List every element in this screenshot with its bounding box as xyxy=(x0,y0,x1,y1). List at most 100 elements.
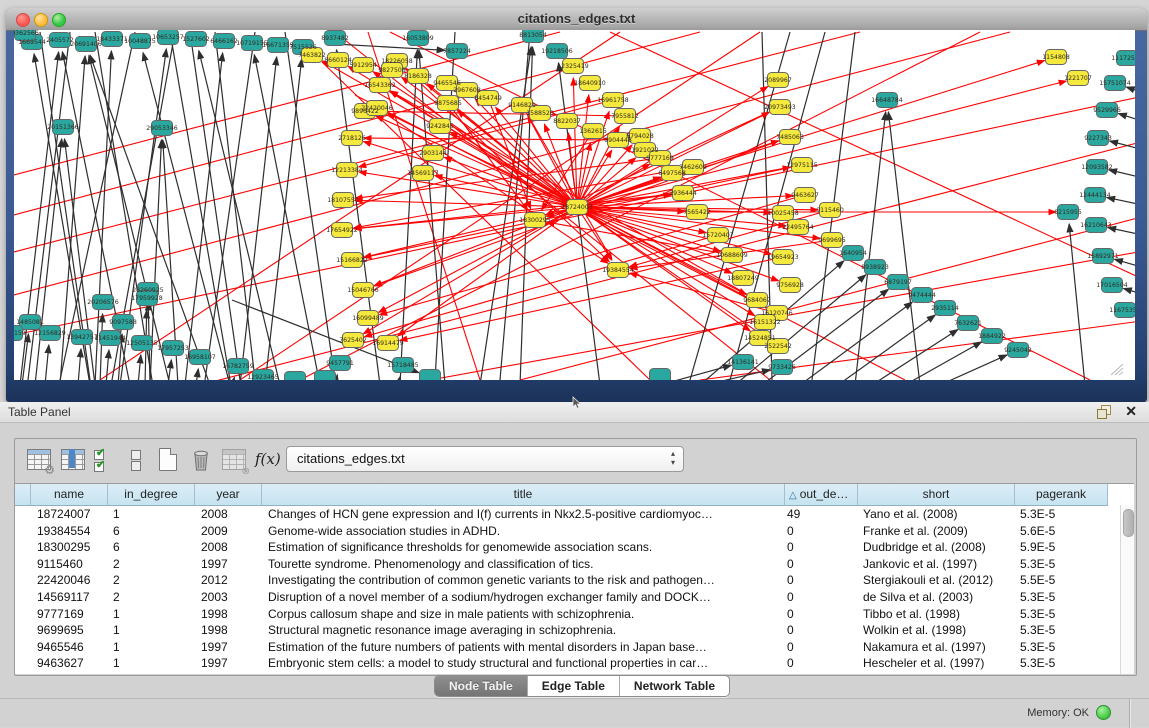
table-row[interactable]: 911546021997Tourette syndrome. Phenomeno… xyxy=(15,556,1115,573)
table-cell[interactable]: 1997 xyxy=(201,639,258,656)
table-row[interactable]: 2242004622012Investigating the contribut… xyxy=(15,572,1115,589)
column-header-out_de[interactable]: △out_de… xyxy=(785,484,858,506)
new-document-icon[interactable] xyxy=(156,447,182,473)
graph-edge[interactable] xyxy=(100,314,103,380)
table-cell[interactable]: 2009 xyxy=(201,523,258,540)
graph-edge[interactable] xyxy=(1109,170,1135,180)
graph-edge[interactable] xyxy=(285,32,335,380)
table-cell[interactable]: 5.3E-5 xyxy=(1020,556,1104,573)
table-cell[interactable]: 0 xyxy=(787,556,854,573)
graph-node[interactable] xyxy=(650,369,671,381)
table-cell[interactable]: 9465546 xyxy=(37,639,104,656)
table-cell[interactable]: Wolkin et al. (1998) xyxy=(863,622,1011,639)
table-cell[interactable]: Changes of HCN gene expression and I(f) … xyxy=(268,506,781,523)
graph-edge[interactable] xyxy=(1108,228,1135,237)
graph-edge[interactable] xyxy=(1126,87,1135,96)
table-cell[interactable]: 5.3E-5 xyxy=(1020,655,1104,672)
table-cell[interactable]: 2008 xyxy=(201,506,258,523)
table-cell[interactable]: 5.9E-5 xyxy=(1020,539,1104,556)
graph-edge[interactable] xyxy=(335,44,445,50)
table-cell[interactable]: 2003 xyxy=(201,589,258,606)
import-table-icon[interactable]: ⊗ xyxy=(221,447,247,473)
function-builder-icon[interactable]: f(x) xyxy=(255,450,281,476)
table-cell[interactable]: 9699695 xyxy=(37,622,104,639)
table-cell[interactable]: 0 xyxy=(787,589,854,606)
table-cell[interactable]: Genome-wide association studies in ADHD. xyxy=(268,523,781,540)
select-rows-icon[interactable]: ✔✔ xyxy=(94,447,120,473)
table-cell[interactable]: 0 xyxy=(787,606,854,623)
graph-edge[interactable] xyxy=(78,349,81,380)
table-cell[interactable]: 5.5E-5 xyxy=(1020,572,1104,589)
graph-edge[interactable] xyxy=(398,377,400,380)
table-cell[interactable]: 0 xyxy=(787,539,854,556)
graph-edge[interactable] xyxy=(1123,288,1135,297)
table-cell[interactable]: Estimation of the future numbers of pati… xyxy=(268,639,781,656)
tab-network-table[interactable]: Network Table xyxy=(620,676,729,696)
table-cell[interactable]: 0 xyxy=(787,572,854,589)
graph-edge[interactable] xyxy=(1118,114,1135,124)
row-height-icon[interactable] xyxy=(125,447,151,473)
table-cell[interactable]: Nakamura et al. (1997) xyxy=(863,639,1011,656)
table-cell[interactable]: 5.3E-5 xyxy=(1020,622,1104,639)
column-header-short[interactable]: short xyxy=(858,484,1015,506)
table-cell[interactable]: 1 xyxy=(113,639,191,656)
table-scrollbar-thumb[interactable] xyxy=(1123,509,1134,537)
window-titlebar[interactable]: citations_edges.txt xyxy=(6,8,1147,31)
graph-edge[interactable] xyxy=(1115,259,1135,270)
table-cell[interactable]: 1 xyxy=(113,606,191,623)
table-cell[interactable]: 6 xyxy=(113,539,191,556)
table-cell[interactable]: Franke et al. (2009) xyxy=(863,523,1011,540)
table-cell[interactable]: 9777169 xyxy=(37,606,104,623)
table-cell[interactable]: Stergiakouli et al. (2012) xyxy=(863,572,1011,589)
table-cell[interactable]: 49 xyxy=(787,506,854,523)
graph-edge[interactable] xyxy=(365,235,718,337)
table-row[interactable]: 1456911722003Disruption of a novel membe… xyxy=(15,589,1115,606)
graph-edge[interactable] xyxy=(168,360,171,380)
table-cell[interactable]: Yano et al. (2008) xyxy=(863,506,1011,523)
table-cell[interactable]: 1998 xyxy=(201,606,258,623)
table-cell[interactable]: 1 xyxy=(113,506,191,523)
graph-edge[interactable] xyxy=(1107,197,1135,207)
column-header-year[interactable]: year xyxy=(195,484,262,506)
close-panel-icon[interactable]: ✕ xyxy=(1125,403,1137,420)
table-cell[interactable]: 18724007 xyxy=(37,506,104,523)
graph-edge[interactable] xyxy=(138,355,141,380)
column-header-title[interactable]: title xyxy=(262,484,785,506)
table-settings-icon[interactable]: ⚙ xyxy=(26,447,52,473)
table-cell[interactable]: 5.3E-5 xyxy=(1020,506,1104,523)
memory-ok-icon[interactable] xyxy=(1096,705,1111,720)
column-header-in_degree[interactable]: in_degree xyxy=(108,484,195,506)
table-cell[interactable]: Dudbridge et al. (2008) xyxy=(863,539,1011,556)
table-row[interactable]: 969969511998Structural magnetic resonanc… xyxy=(15,622,1115,639)
float-panel-icon[interactable] xyxy=(1097,405,1111,419)
graph-edge[interactable] xyxy=(196,369,198,380)
table-cell[interactable]: 2 xyxy=(113,589,191,606)
table-cell[interactable]: 5.6E-5 xyxy=(1020,523,1104,540)
table-cell[interactable]: 18300295 xyxy=(37,539,104,556)
table-cell[interactable]: 0 xyxy=(787,639,854,656)
table-cell[interactable]: 2008 xyxy=(201,539,258,556)
table-cell[interactable]: 2012 xyxy=(201,572,258,589)
table-row[interactable]: 9465546 1 1997 Estimation of the future num… xyxy=(15,639,1115,656)
table-cell[interactable]: 2 xyxy=(113,556,191,573)
table-cell[interactable]: Embryonic stem cells: a model to study s… xyxy=(268,655,781,672)
table-scrollbar[interactable] xyxy=(1120,505,1134,674)
graph-edge[interactable] xyxy=(240,32,760,380)
graph-edge[interactable] xyxy=(45,345,49,380)
table-cell[interactable]: 1 xyxy=(113,622,191,639)
table-cell[interactable]: 0 xyxy=(787,655,854,672)
column-header-name[interactable]: name xyxy=(31,484,108,506)
graph-edge[interactable] xyxy=(559,63,600,380)
tab-node-table[interactable]: Node Table xyxy=(435,676,528,696)
table-cell[interactable]: 1 xyxy=(113,655,191,672)
table-cell[interactable]: Tourette syndrome. Phenomenology and cla… xyxy=(268,556,781,573)
tab-edge-table[interactable]: Edge Table xyxy=(528,676,620,696)
table-column-icon[interactable] xyxy=(60,447,86,473)
graph-edge[interactable] xyxy=(888,112,920,380)
table-cell[interactable]: 0 xyxy=(787,622,854,639)
table-cell[interactable]: 2 xyxy=(113,572,191,589)
table-cell[interactable]: 5.3E-5 xyxy=(1020,606,1104,623)
graph-edge[interactable] xyxy=(232,377,234,380)
window-resize-grip[interactable] xyxy=(1109,362,1125,376)
table-cell[interactable]: Hescheler et al. (1997) xyxy=(863,655,1011,672)
